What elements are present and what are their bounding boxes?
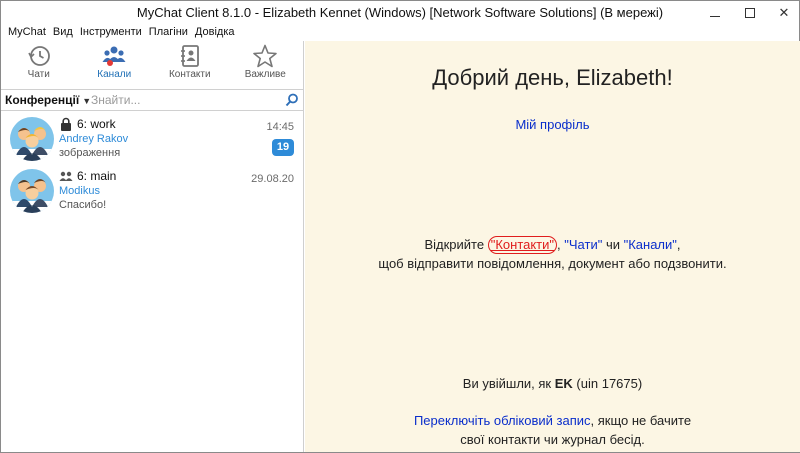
menu-help[interactable]: Довідка bbox=[192, 25, 239, 41]
close-icon: ✕ bbox=[778, 5, 790, 20]
title-bar[interactable]: MyChat Client 8.1.0 - Elizabeth Kennet (… bbox=[1, 1, 799, 25]
window-title: MyChat Client 8.1.0 - Elizabeth Kennet (… bbox=[136, 5, 664, 20]
contacts-link-highlight: "Контакти" bbox=[487, 236, 558, 254]
lock-icon bbox=[61, 117, 71, 131]
tab-chats-label: Чати bbox=[27, 69, 50, 80]
tab-contacts-label: Контакти bbox=[168, 69, 211, 80]
minimize-button[interactable] bbox=[698, 1, 732, 25]
contacts-link[interactable]: "Контакти" bbox=[491, 237, 554, 252]
app-window: MyChat Client 8.1.0 - Elizabeth Kennet (… bbox=[0, 0, 800, 453]
contacts-icon bbox=[180, 45, 199, 67]
chats-link[interactable]: "Чати" bbox=[564, 237, 602, 252]
conference-filter-select[interactable]: Конференції ▼ bbox=[5, 93, 91, 107]
group-avatar bbox=[10, 117, 54, 161]
chevron-down-icon: ▼ bbox=[82, 96, 92, 106]
nav-tabs: Чати Канали Контакти Важливе bbox=[1, 41, 303, 87]
channels-icon bbox=[102, 46, 126, 66]
tab-important-label: Важливе bbox=[244, 69, 286, 80]
chat-last-message: Спасибо! bbox=[59, 199, 107, 211]
unread-badge: 19 bbox=[272, 139, 294, 156]
tab-important[interactable]: Важливе bbox=[228, 41, 304, 87]
filter-bar: Конференції ▼ bbox=[1, 89, 303, 111]
tab-channels-label: Канали bbox=[97, 69, 132, 80]
welcome-panel: Добрий день, Elizabeth! Мій профіль Відк… bbox=[305, 41, 800, 452]
login-user: EK bbox=[554, 376, 573, 391]
chat-time: 29.08.20 bbox=[251, 173, 294, 185]
greeting-heading: Добрий день, Elizabeth! bbox=[432, 65, 673, 90]
minimize-icon bbox=[710, 15, 720, 17]
login-prefix: Ви увійшли, як bbox=[462, 376, 555, 391]
maximize-icon bbox=[745, 8, 755, 18]
hint-or: чи bbox=[602, 237, 624, 252]
switch-line-1: Переключіть обліковий запис, якщо не бач… bbox=[305, 411, 800, 430]
hint-text: Відкрийте "Контакти", "Чати" чи "Канали"… bbox=[305, 235, 800, 273]
tab-channels[interactable]: Канали bbox=[77, 41, 153, 87]
menu-tools[interactable]: Інструменти bbox=[77, 25, 146, 41]
chat-title: 6: main bbox=[59, 169, 116, 183]
hint-prefix: Відкрийте bbox=[424, 237, 488, 252]
chat-author: Modikus bbox=[59, 185, 100, 197]
switch-account-info: Переключіть обліковий запис, якщо не бач… bbox=[305, 411, 800, 449]
chat-author: Andrey Rakov bbox=[59, 133, 129, 145]
conference-list: 6: work Andrey Rakov зображення 14:45 19 bbox=[1, 113, 303, 217]
menu-plugins[interactable]: Плагіни bbox=[146, 25, 192, 41]
login-uin: (uin 17675) bbox=[572, 376, 643, 391]
hint-line-2: щоб відправити повідомлення, документ аб… bbox=[378, 256, 727, 271]
conference-filter-value: Конференції bbox=[5, 93, 80, 107]
chat-time: 14:45 bbox=[266, 121, 294, 133]
chat-title-text: 6: work bbox=[77, 117, 116, 131]
chat-title: 6: work bbox=[59, 117, 116, 131]
close-button[interactable]: ✕ bbox=[767, 1, 800, 25]
maximize-button[interactable] bbox=[733, 1, 767, 25]
search-icon[interactable] bbox=[285, 93, 299, 107]
list-item[interactable]: 6: main Modikus Спасибо! 29.08.20 bbox=[1, 165, 303, 217]
search-input[interactable] bbox=[91, 92, 276, 108]
switch-line-2: свої контакти чи журнал бесід. bbox=[460, 432, 645, 447]
list-item[interactable]: 6: work Andrey Rakov зображення 14:45 19 bbox=[1, 113, 303, 165]
menu-view[interactable]: Вид bbox=[50, 25, 77, 41]
hint-line-1: Відкрийте "Контакти", "Чати" чи "Канали"… bbox=[305, 235, 800, 254]
group-icon bbox=[59, 171, 73, 181]
tab-contacts[interactable]: Контакти bbox=[152, 41, 228, 87]
hint-suffix: , bbox=[676, 237, 681, 252]
star-icon bbox=[253, 44, 278, 68]
menu-bar: MyChat Вид Інструменти Плагіни Довідка bbox=[1, 25, 239, 41]
tab-chats[interactable]: Чати bbox=[1, 41, 77, 87]
switch-rest: , якщо не бачите bbox=[590, 413, 692, 428]
chat-last-message: зображення bbox=[59, 147, 121, 159]
history-icon bbox=[28, 46, 50, 66]
sidebar: Чати Канали Контакти Важливе Конференції… bbox=[1, 41, 304, 452]
my-profile-link[interactable]: Мій профіль bbox=[305, 117, 800, 132]
channels-link[interactable]: "Канали" bbox=[624, 237, 677, 252]
chat-title-text: 6: main bbox=[77, 169, 117, 183]
login-info: Ви увійшли, як EK (uin 17675) bbox=[305, 376, 800, 391]
switch-account-link[interactable]: Переключіть обліковий запис bbox=[414, 413, 591, 428]
menu-mychat[interactable]: MyChat bbox=[5, 25, 50, 41]
group-avatar bbox=[10, 169, 54, 213]
